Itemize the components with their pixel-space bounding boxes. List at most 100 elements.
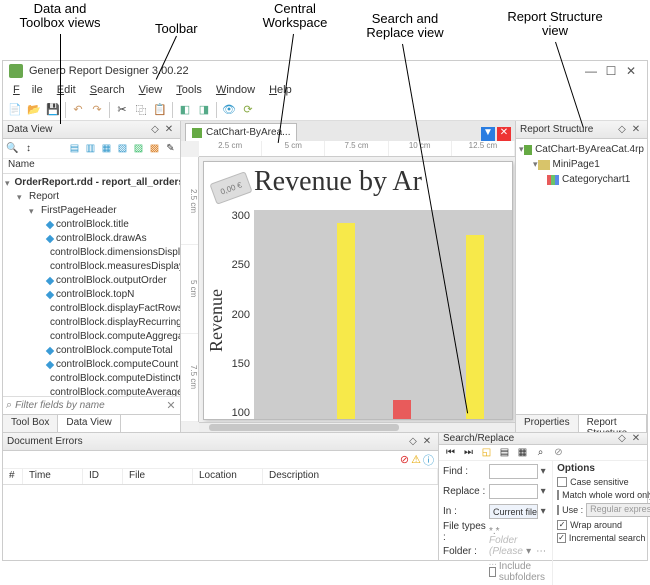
in-combo[interactable]: Current file: [489, 504, 538, 519]
info-icon[interactable]: ⓘ: [423, 452, 434, 468]
new-icon[interactable]: 📄: [6, 101, 24, 119]
replace-one-icon[interactable]: ▤: [497, 445, 512, 460]
open-icon[interactable]: 📂: [25, 101, 43, 119]
chart-title[interactable]: Revenue by Ar: [254, 166, 422, 198]
error-list[interactable]: [3, 485, 438, 560]
annotation-data-toolbox: Data andToolbox views: [10, 2, 110, 31]
tool-icon-1[interactable]: ◧: [176, 101, 194, 119]
wrap-checkbox[interactable]: ✓: [557, 520, 567, 530]
menu-tools[interactable]: Tools: [170, 83, 208, 97]
ruler-vertical: 2.5 cm5 cm7.5 cm: [181, 157, 199, 422]
main-toolbar: 📄 📂 💾 ↶ ↷ ✂ ⿻ 📋 ◧ ◨ 👁 ⟳: [3, 99, 647, 121]
find-next-icon[interactable]: ⏭: [461, 445, 476, 460]
bar-3[interactable]: [466, 235, 484, 419]
view1-icon[interactable]: ▤: [67, 141, 82, 156]
rs-close-icon[interactable]: ✕: [629, 124, 643, 135]
use-select[interactable]: Regular expres: [586, 503, 650, 517]
case-checkbox[interactable]: [557, 477, 567, 487]
panel-float-icon[interactable]: ◇: [148, 124, 162, 135]
view5-icon[interactable]: ▨: [131, 141, 146, 156]
replace-dropdown-icon[interactable]: ▾: [538, 486, 548, 497]
menu-edit[interactable]: Edit: [51, 83, 82, 97]
browse-icon[interactable]: ⋯: [536, 546, 548, 557]
redo-icon[interactable]: ↷: [88, 101, 106, 119]
search-files-icon[interactable]: ⌕: [533, 445, 548, 460]
menu-view[interactable]: View: [133, 83, 169, 97]
menu-help[interactable]: Help: [263, 83, 298, 97]
annotation-central: CentralWorkspace: [250, 2, 340, 31]
report-page[interactable]: 0,00 € Revenue by Ar Revenue 30025020015…: [203, 161, 513, 420]
rpt-icon: [524, 145, 533, 155]
tool-icon-2[interactable]: ◨: [195, 101, 213, 119]
search-replace-panel: Search/Replace ◇ ✕ ⏮ ⏭ ◱ ▤ ▦ ⌕ ⊘ Find :▾…: [439, 433, 647, 560]
data-view-panel: Data View ◇ ✕ 🔍 ↕ ▤ ▥ ▦ ▧ ▨ ▩ ✎ Name ▾Or…: [3, 121, 181, 432]
annotation-search: Search andReplace view: [355, 12, 455, 41]
find-prev-icon[interactable]: ⏮: [443, 445, 458, 460]
doc-expand-icon[interactable]: ▼: [481, 127, 495, 141]
data-tree[interactable]: ▾OrderReport.rdd - report_all_orders ▾Re…: [3, 174, 180, 396]
stop-icon[interactable]: ⊘: [551, 445, 566, 460]
undo-icon[interactable]: ↶: [69, 101, 87, 119]
filter-icon[interactable]: ⌕: [6, 399, 12, 412]
find-input[interactable]: [489, 464, 538, 479]
close-button[interactable]: ✕: [621, 64, 641, 78]
menu-file[interactable]: File: [7, 83, 49, 97]
sr-close-icon[interactable]: ✕: [629, 433, 643, 444]
data-view-toolbar: 🔍 ↕ ▤ ▥ ▦ ▧ ▨ ▩ ✎: [3, 139, 180, 159]
view4-icon[interactable]: ▧: [115, 141, 130, 156]
document-errors-panel: Document Errors ◇ ✕ ⊘ ⚠ ⓘ # Time ID File…: [3, 433, 439, 560]
sort-icon[interactable]: ↕: [21, 141, 36, 156]
view6-icon[interactable]: ▩: [147, 141, 162, 156]
view3-icon[interactable]: ▦: [99, 141, 114, 156]
tab-properties[interactable]: Properties: [516, 415, 579, 432]
search-icon[interactable]: 🔍: [5, 141, 20, 156]
cut-icon[interactable]: ✂: [113, 101, 131, 119]
panel-close-icon[interactable]: ✕: [162, 124, 176, 135]
canvas[interactable]: 2.5 cm5 cm7.5 cm10 cm12.5 cm 2.5 cm5 cm7…: [181, 141, 515, 432]
price-tag[interactable]: 0,00 €: [209, 171, 252, 205]
tab-report-structure[interactable]: Report Structure: [579, 415, 647, 432]
de-float-icon[interactable]: ◇: [406, 436, 420, 447]
data-view-title: Data View: [7, 124, 52, 135]
tab-toolbox[interactable]: Tool Box: [3, 415, 58, 432]
ruler-horizontal: 2.5 cm5 cm7.5 cm10 cm12.5 cm: [199, 141, 515, 157]
view2-icon[interactable]: ▥: [83, 141, 98, 156]
incremental-checkbox[interactable]: ✓: [557, 533, 566, 543]
whole-word-checkbox[interactable]: [557, 490, 559, 500]
highlight-icon[interactable]: ◱: [479, 445, 494, 460]
tab-dataview[interactable]: Data View: [58, 415, 120, 432]
titlebar: Genero Report Designer 3.00.22 — ☐ ✕: [3, 61, 647, 81]
find-dropdown-icon[interactable]: ▾: [538, 466, 548, 477]
refresh-icon[interactable]: ⟳: [239, 101, 257, 119]
report-structure-panel: Report Structure ◇ ✕ ▾CatChart-ByAreaCat…: [515, 121, 647, 432]
sr-float-icon[interactable]: ◇: [615, 433, 629, 444]
paste-icon[interactable]: 📋: [151, 101, 169, 119]
de-close-icon[interactable]: ✕: [420, 436, 434, 447]
menu-search[interactable]: Search: [84, 83, 131, 97]
maximize-button[interactable]: ☐: [601, 64, 621, 78]
error-icon[interactable]: ⊘: [400, 453, 409, 466]
preview-icon[interactable]: 👁: [220, 101, 238, 119]
horizontal-scrollbar[interactable]: [199, 422, 515, 432]
doc-errors-title: Document Errors: [7, 436, 83, 447]
filter-input[interactable]: [15, 400, 165, 411]
minimize-button[interactable]: —: [581, 64, 601, 78]
copy-icon[interactable]: ⿻: [132, 101, 150, 119]
rs-float-icon[interactable]: ◇: [615, 124, 629, 135]
bar-2[interactable]: [393, 400, 411, 419]
replace-all-icon[interactable]: ▦: [515, 445, 530, 460]
menu-window[interactable]: Window: [210, 83, 261, 97]
filter-clear-icon[interactable]: ✕: [165, 399, 177, 412]
annotation-toolbar: Toolbar: [155, 22, 198, 36]
chart-plot-area[interactable]: [254, 210, 512, 419]
report-structure-tree[interactable]: ▾CatChart-ByAreaCat.4rp ▾MiniPage1 Categ…: [516, 139, 647, 414]
y-axis-ticks: 300250200150100: [226, 210, 254, 419]
warning-icon[interactable]: ⚠: [411, 453, 421, 466]
bar-1[interactable]: [337, 223, 355, 419]
annotation-report-struct: Report Structureview: [490, 10, 620, 39]
replace-input[interactable]: [489, 484, 538, 499]
edit-icon[interactable]: ✎: [163, 141, 178, 156]
use-checkbox[interactable]: [557, 505, 559, 515]
doc-close-icon[interactable]: ✕: [497, 127, 511, 141]
include-subfolders-checkbox[interactable]: [489, 567, 496, 577]
